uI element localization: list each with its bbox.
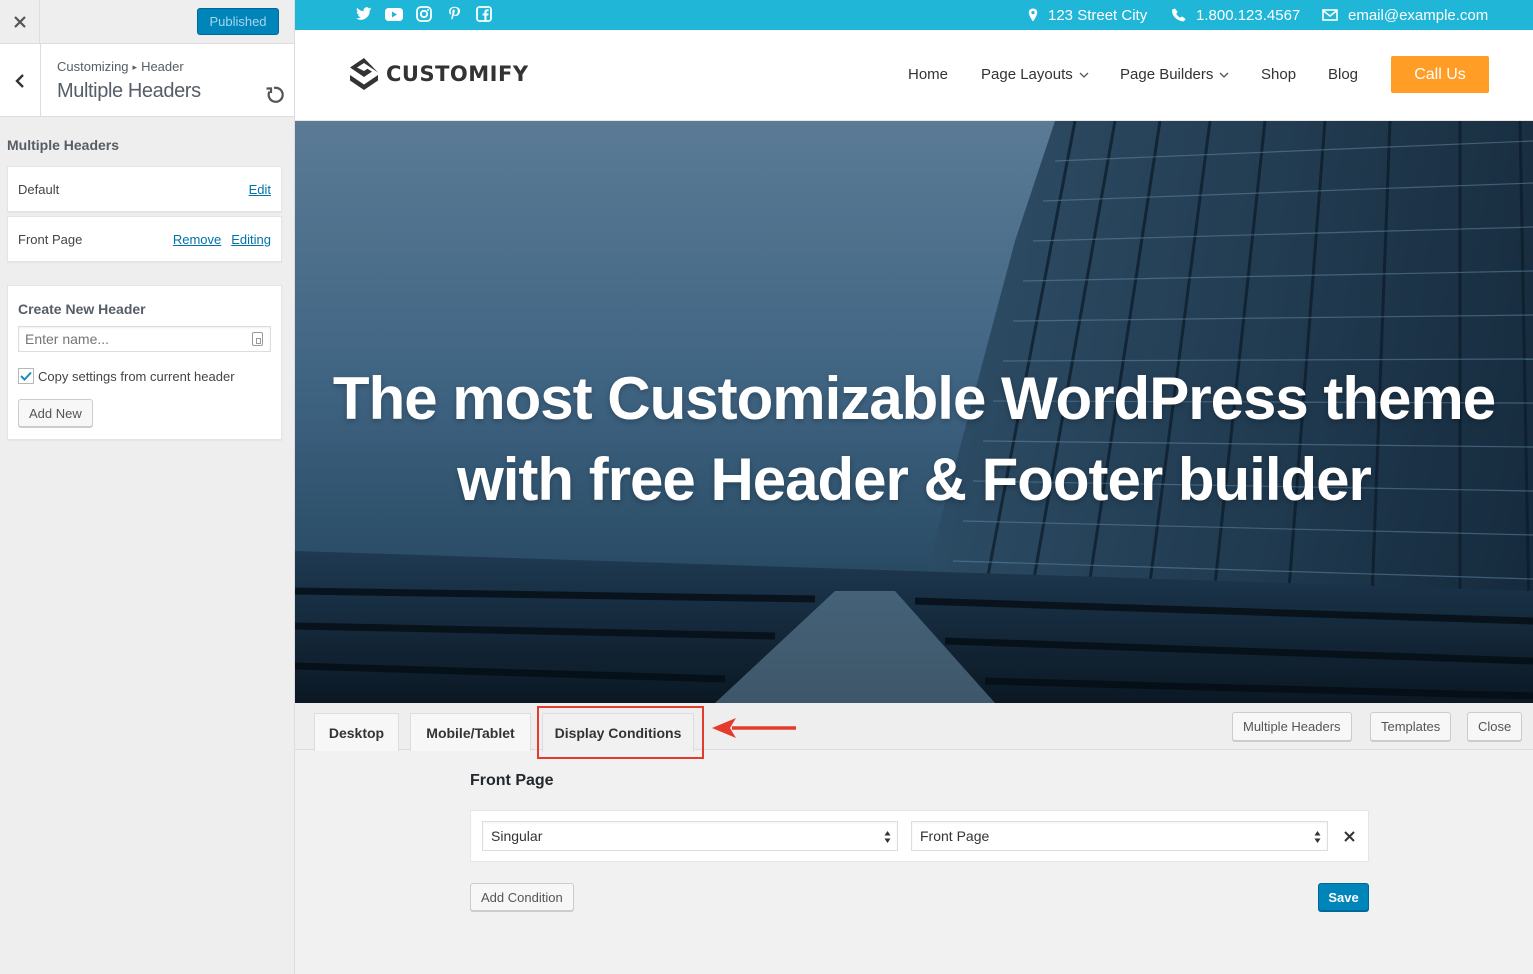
phone-text: 1.800.123.4567: [1196, 6, 1301, 24]
headers-list-label: Multiple Headers: [7, 137, 120, 153]
site-logo[interactable]: CUSTOMIFY: [348, 57, 529, 91]
condition-type-select[interactable]: Singular: [482, 821, 898, 851]
contact-card-icon: [252, 332, 263, 346]
header-item-default: Default Edit: [7, 166, 282, 212]
remove-condition-button[interactable]: [1341, 825, 1357, 847]
condition-value-select[interactable]: Front Page: [911, 821, 1328, 851]
hero-headline: The most Customizable WordPress theme wi…: [295, 358, 1533, 520]
close-customizer-button[interactable]: [0, 0, 40, 44]
tab-mobile-tablet[interactable]: Mobile/Tablet: [410, 713, 531, 751]
checkmark-icon: [20, 371, 32, 381]
header-builder-panel: Desktop Mobile/Tablet Display Conditions…: [295, 703, 1533, 974]
hero-line-2: with free Header & Footer builder: [457, 446, 1372, 513]
address-text: 123 Street City: [1048, 6, 1148, 24]
chevron-down-icon: [1219, 72, 1229, 78]
top-bar: 123 Street City 1.800.123.4567 email@exa…: [295, 0, 1533, 30]
hero-line-1: The most Customizable WordPress theme: [332, 365, 1496, 432]
header-name: Default: [18, 181, 60, 197]
youtube-icon[interactable]: [385, 5, 403, 23]
builder-tabs-bar: Desktop Mobile/Tablet Display Conditions…: [295, 703, 1533, 759]
back-button[interactable]: [0, 44, 41, 117]
nav-label: Page Layouts: [981, 66, 1073, 83]
nav-home[interactable]: Home: [908, 66, 948, 83]
chevron-left-icon: [15, 73, 24, 88]
address-info: 123 Street City: [1028, 0, 1147, 30]
site-header: CUSTOMIFY Home Page Layouts Page Builder…: [295, 30, 1533, 121]
facebook-icon[interactable]: [475, 5, 493, 23]
edit-header-link[interactable]: Edit: [249, 182, 271, 197]
tab-desktop[interactable]: Desktop: [314, 713, 399, 751]
sidebar-header: Published: [0, 0, 294, 44]
save-button[interactable]: Save: [1318, 883, 1369, 911]
published-button[interactable]: Published: [197, 8, 279, 35]
header-name: Front Page: [18, 231, 83, 247]
add-condition-button[interactable]: Add Condition: [470, 883, 574, 911]
envelope-icon: [1322, 9, 1338, 21]
select-value: Singular: [491, 828, 543, 844]
editing-header-link[interactable]: Editing: [231, 232, 271, 247]
map-marker-icon: [1028, 8, 1038, 22]
select-arrows-icon: [1314, 831, 1321, 843]
nav-blog[interactable]: Blog: [1328, 66, 1358, 83]
header-name-input[interactable]: [18, 326, 271, 352]
select-value: Front Page: [920, 828, 990, 844]
add-new-button[interactable]: Add New: [18, 399, 93, 427]
section-title: Multiple Headers: [57, 80, 201, 102]
nav-page-layouts[interactable]: Page Layouts: [981, 66, 1089, 83]
copy-settings-label: Copy settings from current header: [38, 369, 235, 384]
templates-button[interactable]: Templates: [1370, 712, 1452, 741]
instagram-icon[interactable]: [415, 5, 433, 23]
red-arrow-annotation-icon: [712, 718, 796, 738]
email-text[interactable]: email@example.com: [1348, 7, 1488, 24]
pinterest-icon[interactable]: [445, 5, 463, 23]
nav-page-builders[interactable]: Page Builders: [1120, 66, 1229, 83]
nav-shop[interactable]: Shop: [1261, 66, 1296, 83]
condition-row: Singular Front Page: [470, 810, 1369, 862]
email-info: email@example.com: [1322, 0, 1488, 30]
nav-label: Page Builders: [1120, 66, 1214, 83]
chevron-down-icon: [1079, 72, 1089, 78]
hero-section: The most Customizable WordPress theme wi…: [295, 121, 1533, 703]
create-header-title: Create New Header: [18, 301, 146, 317]
multiple-headers-button[interactable]: Multiple Headers: [1232, 712, 1352, 741]
nav-label: Blog: [1328, 66, 1359, 83]
nav-label: Shop: [1261, 66, 1297, 83]
condition-group-title: Front Page: [470, 772, 554, 789]
close-icon: [13, 16, 26, 28]
twitter-icon[interactable]: [355, 5, 373, 23]
section-header: Customizing ▸ Header Multiple Headers: [0, 44, 294, 117]
nav-label: Home: [908, 66, 949, 83]
header-item-front-page: Front Page Remove Editing: [7, 216, 282, 262]
breadcrumb-separator: ▸: [132, 62, 138, 72]
phone-icon: [1172, 8, 1186, 22]
reset-icon[interactable]: [263, 84, 285, 106]
close-builder-button[interactable]: Close: [1467, 712, 1523, 741]
remove-header-link[interactable]: Remove: [173, 232, 221, 247]
select-arrows-icon: [884, 831, 891, 843]
breadcrumb-parent: Customizing: [57, 59, 129, 74]
breadcrumb: Customizing ▸ Header: [57, 59, 184, 74]
breadcrumb-current: Header: [141, 59, 184, 74]
copy-settings-checkbox[interactable]: [18, 368, 34, 384]
call-us-button[interactable]: Call Us: [1391, 56, 1489, 93]
logo-text: CUSTOMIFY: [386, 62, 529, 86]
customizer-sidebar: Published Customizing ▸ Header Multiple He…: [0, 0, 295, 974]
close-icon: [1343, 830, 1355, 842]
customify-logo-icon: [350, 58, 378, 90]
create-header-panel: Create New Header Copy settings from cur…: [7, 285, 282, 440]
tab-display-conditions[interactable]: Display Conditions: [542, 713, 694, 752]
phone-info: 1.800.123.4567: [1172, 0, 1300, 30]
